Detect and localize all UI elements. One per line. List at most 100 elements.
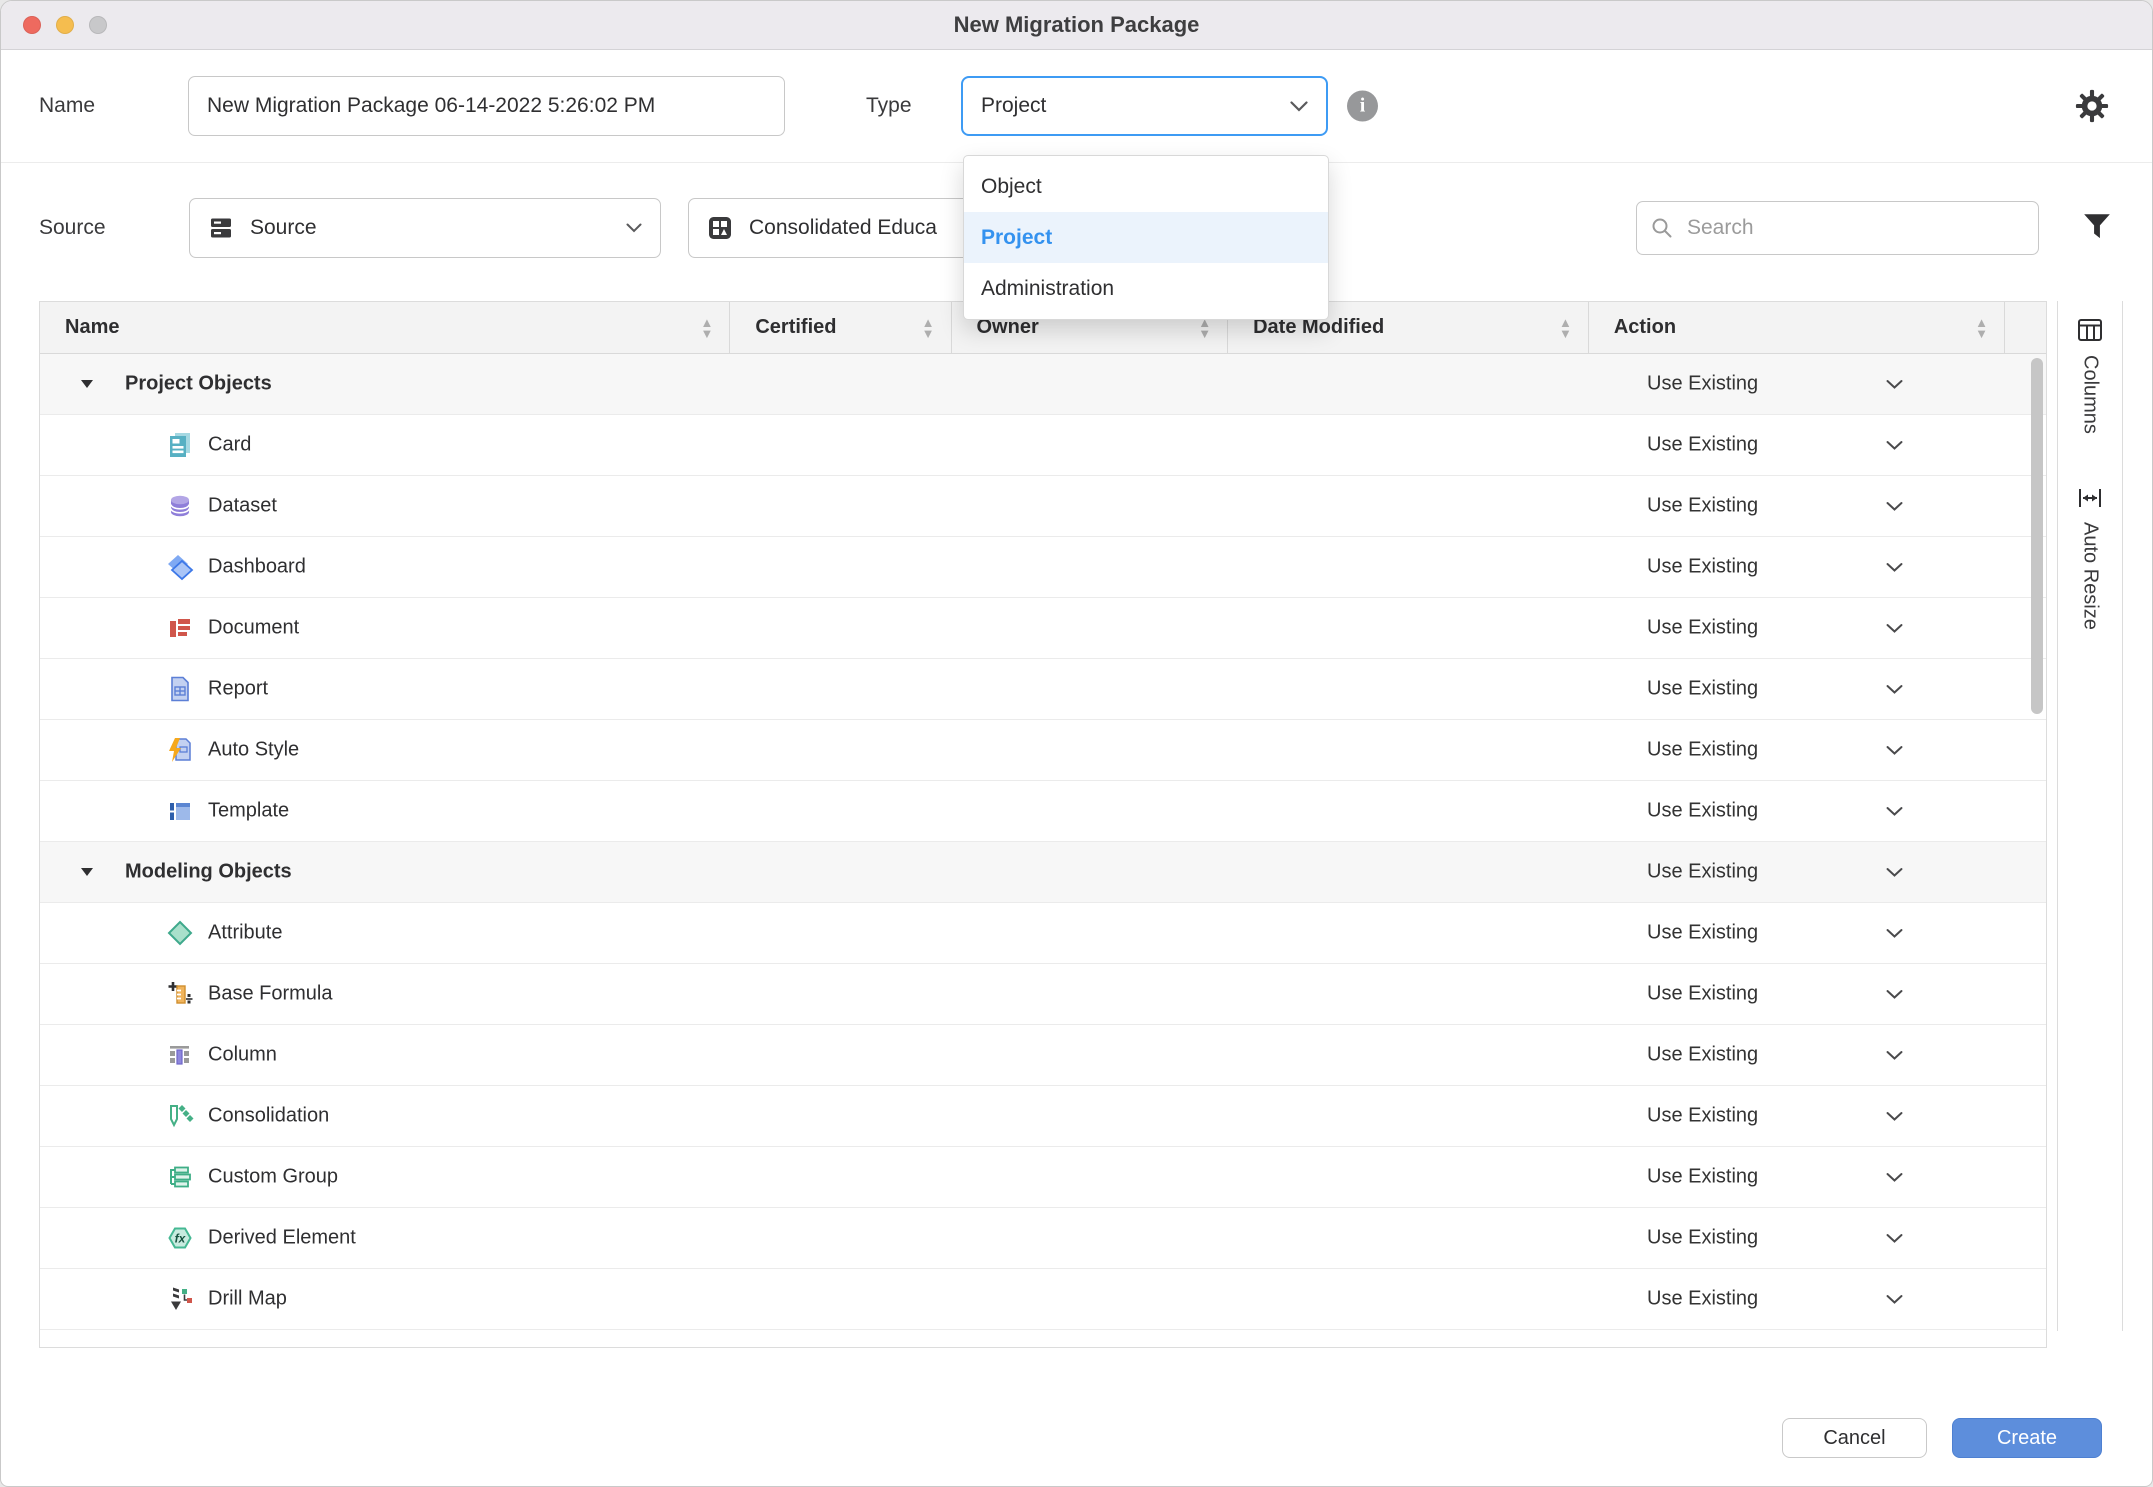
table-row[interactable]: Base Formula Use Existing (40, 964, 2046, 1025)
action-select[interactable]: Use Existing (1647, 373, 1903, 396)
name-input[interactable] (188, 76, 785, 136)
environment-select-value: Source (250, 216, 317, 240)
table-row[interactable]: fx Derived Element Use Existing (40, 1208, 2046, 1269)
auto-style-icon (166, 736, 194, 764)
auto-resize-icon (2076, 486, 2104, 510)
columns-icon (2076, 317, 2104, 343)
zoom-window-button[interactable] (89, 16, 107, 34)
chevron-down-icon (1886, 501, 1903, 511)
column-icon (166, 1041, 194, 1069)
action-select[interactable]: Use Existing (1647, 800, 1903, 823)
action-select[interactable]: Use Existing (1647, 922, 1903, 945)
dataset-icon (166, 492, 194, 520)
action-select[interactable]: Use Existing (1647, 861, 1903, 884)
chevron-down-icon (1886, 1294, 1903, 1304)
action-select[interactable]: Use Existing (1647, 1166, 1903, 1189)
table-row[interactable]: Dashboard Use Existing (40, 537, 2046, 598)
chevron-down-icon (1886, 440, 1903, 450)
consolidation-icon (166, 1102, 194, 1130)
action-select[interactable]: Use Existing (1647, 1288, 1903, 1311)
chevron-down-icon (1886, 1172, 1903, 1182)
columns-toggle[interactable]: Columns (2076, 317, 2104, 434)
table-row[interactable]: Drill Map Use Existing (40, 1269, 2046, 1330)
action-select[interactable]: Use Existing (1647, 1105, 1903, 1128)
project-select-value: Consolidated Educa (749, 216, 937, 240)
action-select[interactable]: Use Existing (1647, 495, 1903, 518)
action-select[interactable]: Use Existing (1647, 983, 1903, 1006)
search-input[interactable] (1685, 215, 2024, 241)
close-window-button[interactable] (23, 16, 41, 34)
action-select[interactable]: Use Existing (1647, 556, 1903, 579)
columns-toggle-label: Columns (2079, 355, 2102, 434)
menu-item-object[interactable]: Object (964, 161, 1328, 212)
table-row[interactable]: Attribute Use Existing (40, 903, 2046, 964)
table-row[interactable]: Card Use Existing (40, 415, 2046, 476)
objects-table: Name ▲▼ Certified ▲▼ Owner ▲▼ Date Modif… (39, 301, 2047, 1348)
collapse-caret-icon[interactable] (80, 866, 94, 878)
chevron-down-icon (1886, 562, 1903, 572)
svg-text:fx: fx (175, 1232, 187, 1246)
action-select[interactable]: Use Existing (1647, 617, 1903, 640)
card-icon (166, 431, 194, 459)
type-label: Type (866, 94, 912, 118)
table-row[interactable]: Report Use Existing (40, 659, 2046, 720)
minimize-window-button[interactable] (56, 16, 74, 34)
action-select[interactable]: Use Existing (1647, 739, 1903, 762)
chevron-down-icon (1886, 1111, 1903, 1121)
column-header-certified[interactable]: Certified ▲▼ (730, 302, 951, 353)
filter-icon[interactable] (2083, 213, 2113, 243)
titlebar: New Migration Package (1, 1, 2152, 50)
table-row[interactable]: Column Use Existing (40, 1025, 2046, 1086)
server-icon (208, 215, 234, 241)
action-select[interactable]: Use Existing (1647, 1044, 1903, 1067)
column-header-action[interactable]: Action ▲▼ (1589, 302, 2005, 353)
drill-map-icon (166, 1285, 194, 1313)
table-row[interactable]: Custom Group Use Existing (40, 1147, 2046, 1208)
form-row: Name Type Project i (1, 50, 2152, 163)
type-dropdown-menu: Object Project Administration (963, 155, 1329, 320)
new-migration-package-dialog: New Migration Package Name Type Project … (0, 0, 2153, 1487)
sort-icon[interactable]: ▲▼ (922, 317, 935, 339)
type-select-value: Project (981, 94, 1046, 118)
table-row[interactable]: Project Objects Use Existing (40, 354, 2046, 415)
settings-gear-icon[interactable] (2074, 88, 2110, 124)
attribute-icon (166, 919, 194, 947)
chevron-down-icon (1886, 928, 1903, 938)
search-box (1636, 201, 2039, 255)
source-label: Source (39, 216, 106, 240)
sort-icon[interactable]: ▲▼ (1975, 317, 1988, 339)
table-row[interactable]: Consolidation Use Existing (40, 1086, 2046, 1147)
search-icon (1651, 217, 1673, 239)
action-select[interactable]: Use Existing (1647, 434, 1903, 457)
type-select[interactable]: Project (961, 76, 1328, 136)
sort-icon[interactable]: ▲▼ (1559, 317, 1572, 339)
chevron-down-icon (1886, 745, 1903, 755)
chevron-down-icon (1886, 684, 1903, 694)
menu-item-project[interactable]: Project (964, 212, 1328, 263)
auto-resize-toggle[interactable]: Auto Resize (2076, 486, 2104, 630)
chevron-down-icon (1886, 989, 1903, 999)
info-icon[interactable]: i (1347, 91, 1378, 122)
table-row[interactable]: Modeling Objects Use Existing (40, 842, 2046, 903)
table-row[interactable]: Template Use Existing (40, 781, 2046, 842)
dialog-title: New Migration Package (954, 12, 1200, 38)
table-row[interactable]: Auto Style Use Existing (40, 720, 2046, 781)
sort-icon[interactable]: ▲▼ (700, 317, 713, 339)
derived-element-icon: fx (166, 1224, 194, 1252)
template-icon (166, 797, 194, 825)
header-gutter (2005, 302, 2046, 353)
vertical-scrollbar[interactable] (2031, 358, 2043, 714)
action-select[interactable]: Use Existing (1647, 1227, 1903, 1250)
menu-item-administration[interactable]: Administration (964, 263, 1328, 314)
chevron-down-icon (1886, 623, 1903, 633)
table-row[interactable]: Document Use Existing (40, 598, 2046, 659)
create-button[interactable]: Create (1952, 1418, 2102, 1458)
report-icon (166, 675, 194, 703)
collapse-caret-icon[interactable] (80, 378, 94, 390)
cancel-button[interactable]: Cancel (1782, 1418, 1927, 1458)
column-header-name[interactable]: Name ▲▼ (40, 302, 730, 353)
table-row[interactable]: Dataset Use Existing (40, 476, 2046, 537)
action-select[interactable]: Use Existing (1647, 678, 1903, 701)
environment-select[interactable]: Source (189, 198, 661, 258)
table-side-toolbar: Columns Auto Resize (2057, 301, 2123, 1331)
